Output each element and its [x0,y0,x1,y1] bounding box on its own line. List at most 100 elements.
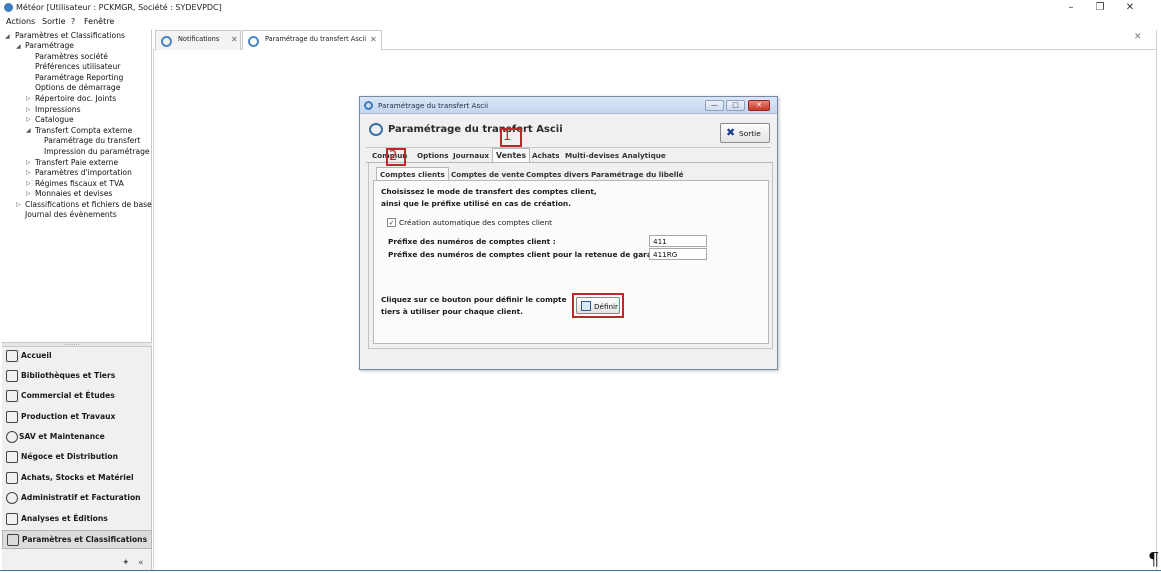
auto-create-checkbox[interactable]: ✓ [387,218,396,227]
menu-sortie[interactable]: Sortie [42,17,66,26]
nav-item-commercial[interactable]: Commercial et Études [2,387,152,406]
definir-label: Définir [594,302,618,311]
paragraph-mark: ¶ [1148,549,1160,570]
nav-item-analyses[interactable]: Analyses et Éditions [2,510,152,529]
menu-fenetre[interactable]: Fenêtre [84,17,114,26]
tab-label: Notifications [178,35,220,43]
minimize-button[interactable]: – [1059,1,1083,14]
tree-expand-icon[interactable]: ▷ [26,179,31,189]
tree-item-parametrage[interactable]: Paramétrage [25,41,74,51]
dialog-title: Paramétrage du transfert Ascii [378,101,489,110]
production-icon [6,411,18,423]
tree-item-options-demarrage[interactable]: Options de démarrage [35,83,120,93]
dialog-app-icon [364,101,373,110]
splitter-grip: ........ [64,340,80,347]
close-all-tabs-icon[interactable]: ✕ [1134,32,1142,42]
window-titlebar: Météor [Utilisateur : PCKMGR, Société : … [0,0,1161,15]
nav-item-accueil[interactable]: Accueil [2,347,152,366]
tree-expand-icon[interactable]: ▷ [26,189,31,199]
tree-item-impression-parametrage[interactable]: Impression du paramétrage [44,147,150,157]
tree-item-regimes-fiscaux[interactable]: Régimes fiscaux et TVA [35,179,124,189]
nav-label: Analyses et Éditions [21,514,108,523]
nav-label: Production et Travaux [21,412,116,421]
prefix-retenue-field[interactable]: 411RG [649,248,707,260]
definir-button[interactable]: Définir [576,297,620,314]
collapse-panel-icon[interactable]: « [138,558,144,568]
dialog-header-title: Paramétrage du transfert Ascii [388,124,563,135]
nav-label: Achats, Stocks et Matériel [21,473,134,482]
tree-item-classifications-fichiers[interactable]: Classifications et fichiers de base [25,200,152,210]
tree-item-monnaies-devises[interactable]: Monnaies et devises [35,189,112,199]
tree-item-repertoire-doc-joints[interactable]: Répertoire doc. Joints [35,94,116,104]
transfer-icon [369,123,383,136]
app-logo-icon [4,3,13,12]
tree-expand-icon[interactable]: ◢ [26,126,31,136]
nav-item-sav[interactable]: SAV et Maintenance [2,428,152,447]
close-tab-icon[interactable]: ✕ [370,35,377,44]
sortie-button[interactable]: ✖ Sortie [720,123,770,143]
tree-expand-icon[interactable]: ▷ [26,168,31,178]
document-tab-strip: Notifications ✕ Paramétrage du transfert… [153,30,1156,50]
nav-label: Accueil [21,351,52,360]
gear-icon [6,431,18,443]
dialog-minimize-button[interactable]: — [705,100,724,111]
negoce-icon [6,451,18,463]
tree-item-parametrage-transfert[interactable]: Paramétrage du transfert [44,136,140,146]
tree-item-impressions[interactable]: Impressions [35,105,81,115]
tree-item-transfert-compta-externe[interactable]: Transfert Compta externe [35,126,132,136]
tree-item-journal-evenements[interactable]: Journal des évènements [25,210,117,220]
bottom-border [0,570,1161,571]
exit-icon: ✖ [726,126,736,139]
nav-label: Paramètres et Classifications [22,535,148,544]
admin-icon [6,492,18,504]
tree-expand-icon[interactable]: ◢ [5,32,10,42]
cart-icon [6,472,18,484]
tree-item-parametres-classifications[interactable]: Paramètres et Classifications [15,31,125,41]
tree-expand-icon[interactable]: ▷ [26,115,31,125]
nav-label: Bibliothèques et Tiers [21,371,116,380]
tree-item-preferences-utilisateur[interactable]: Préférences utilisateur [35,62,120,72]
transfer-icon [248,36,259,47]
tree-item-catalogue[interactable]: Catalogue [35,115,74,125]
tree-expand-icon[interactable]: ▷ [26,105,31,115]
tree-item-parametres-importation[interactable]: Paramètres d'importation [35,168,132,178]
tab-ventes[interactable]: Ventes [492,148,531,163]
nav-item-achats[interactable]: Achats, Stocks et Matériel [2,469,152,488]
restore-button[interactable]: ❐ [1088,1,1112,14]
transfer-settings-dialog: Paramétrage du transfert Ascii — □ ✕ Par… [359,96,778,370]
tree-expand-icon[interactable]: ▷ [16,200,21,210]
define-text-line1: Cliquez sur ce bouton pour définir le co… [381,295,567,304]
tab-label: Paramétrage du transfert Ascii [265,35,367,43]
tree-expand-icon[interactable]: ◢ [16,42,21,52]
tree-item-transfert-paie-externe[interactable]: Transfert Paie externe [35,158,118,168]
dialog-maximize-button[interactable]: □ [726,100,745,111]
menu-actions[interactable]: Actions [6,17,35,26]
tab-parametrage-transfert[interactable]: Paramétrage du transfert Ascii ✕ [242,30,382,50]
close-window-button[interactable]: ✕ [1118,1,1142,14]
prefix-retenue-label: Préfixe des numéros de comptes client po… [388,250,649,259]
comptes-clients-panel: Choisissez le mode de transfert des comp… [373,180,769,344]
nav-label: Administratif et Facturation [21,493,141,502]
nav-item-administratif[interactable]: Administratif et Facturation [2,489,152,508]
nav-item-parametres[interactable]: Paramètres et Classifications [2,530,152,549]
menu-help[interactable]: ? [71,17,75,26]
tree-item-parametres-societe[interactable]: Paramètres société [35,52,108,62]
library-icon [6,370,18,382]
close-tab-icon[interactable]: ✕ [231,35,238,44]
tree-expand-icon[interactable]: ▷ [26,158,31,168]
tree-expand-icon[interactable]: ▷ [26,94,31,104]
nav-item-bibliotheques[interactable]: Bibliothèques et Tiers [2,367,152,386]
prefix-field[interactable]: 411 [649,235,707,247]
step-marker-2: 2 [386,148,406,166]
nav-label: SAV et Maintenance [19,432,105,441]
nav-item-negoce[interactable]: Négoce et Distribution [2,448,152,467]
tree-item-parametrage-reporting[interactable]: Paramétrage Reporting [35,73,123,83]
nav-item-production[interactable]: Production et Travaux [2,408,152,427]
pin-icon[interactable]: ✦ [122,558,130,568]
prefix-label: Préfixe des numéros de comptes client : [388,237,556,246]
commercial-icon [6,390,18,402]
tab-notifications[interactable]: Notifications ✕ [155,30,241,50]
intro-text-line2: ainsi que le préfixe utilisé en cas de c… [381,199,572,208]
dialog-close-button[interactable]: ✕ [748,100,770,111]
tab-comptes-clients[interactable]: Comptes clients [376,167,449,181]
